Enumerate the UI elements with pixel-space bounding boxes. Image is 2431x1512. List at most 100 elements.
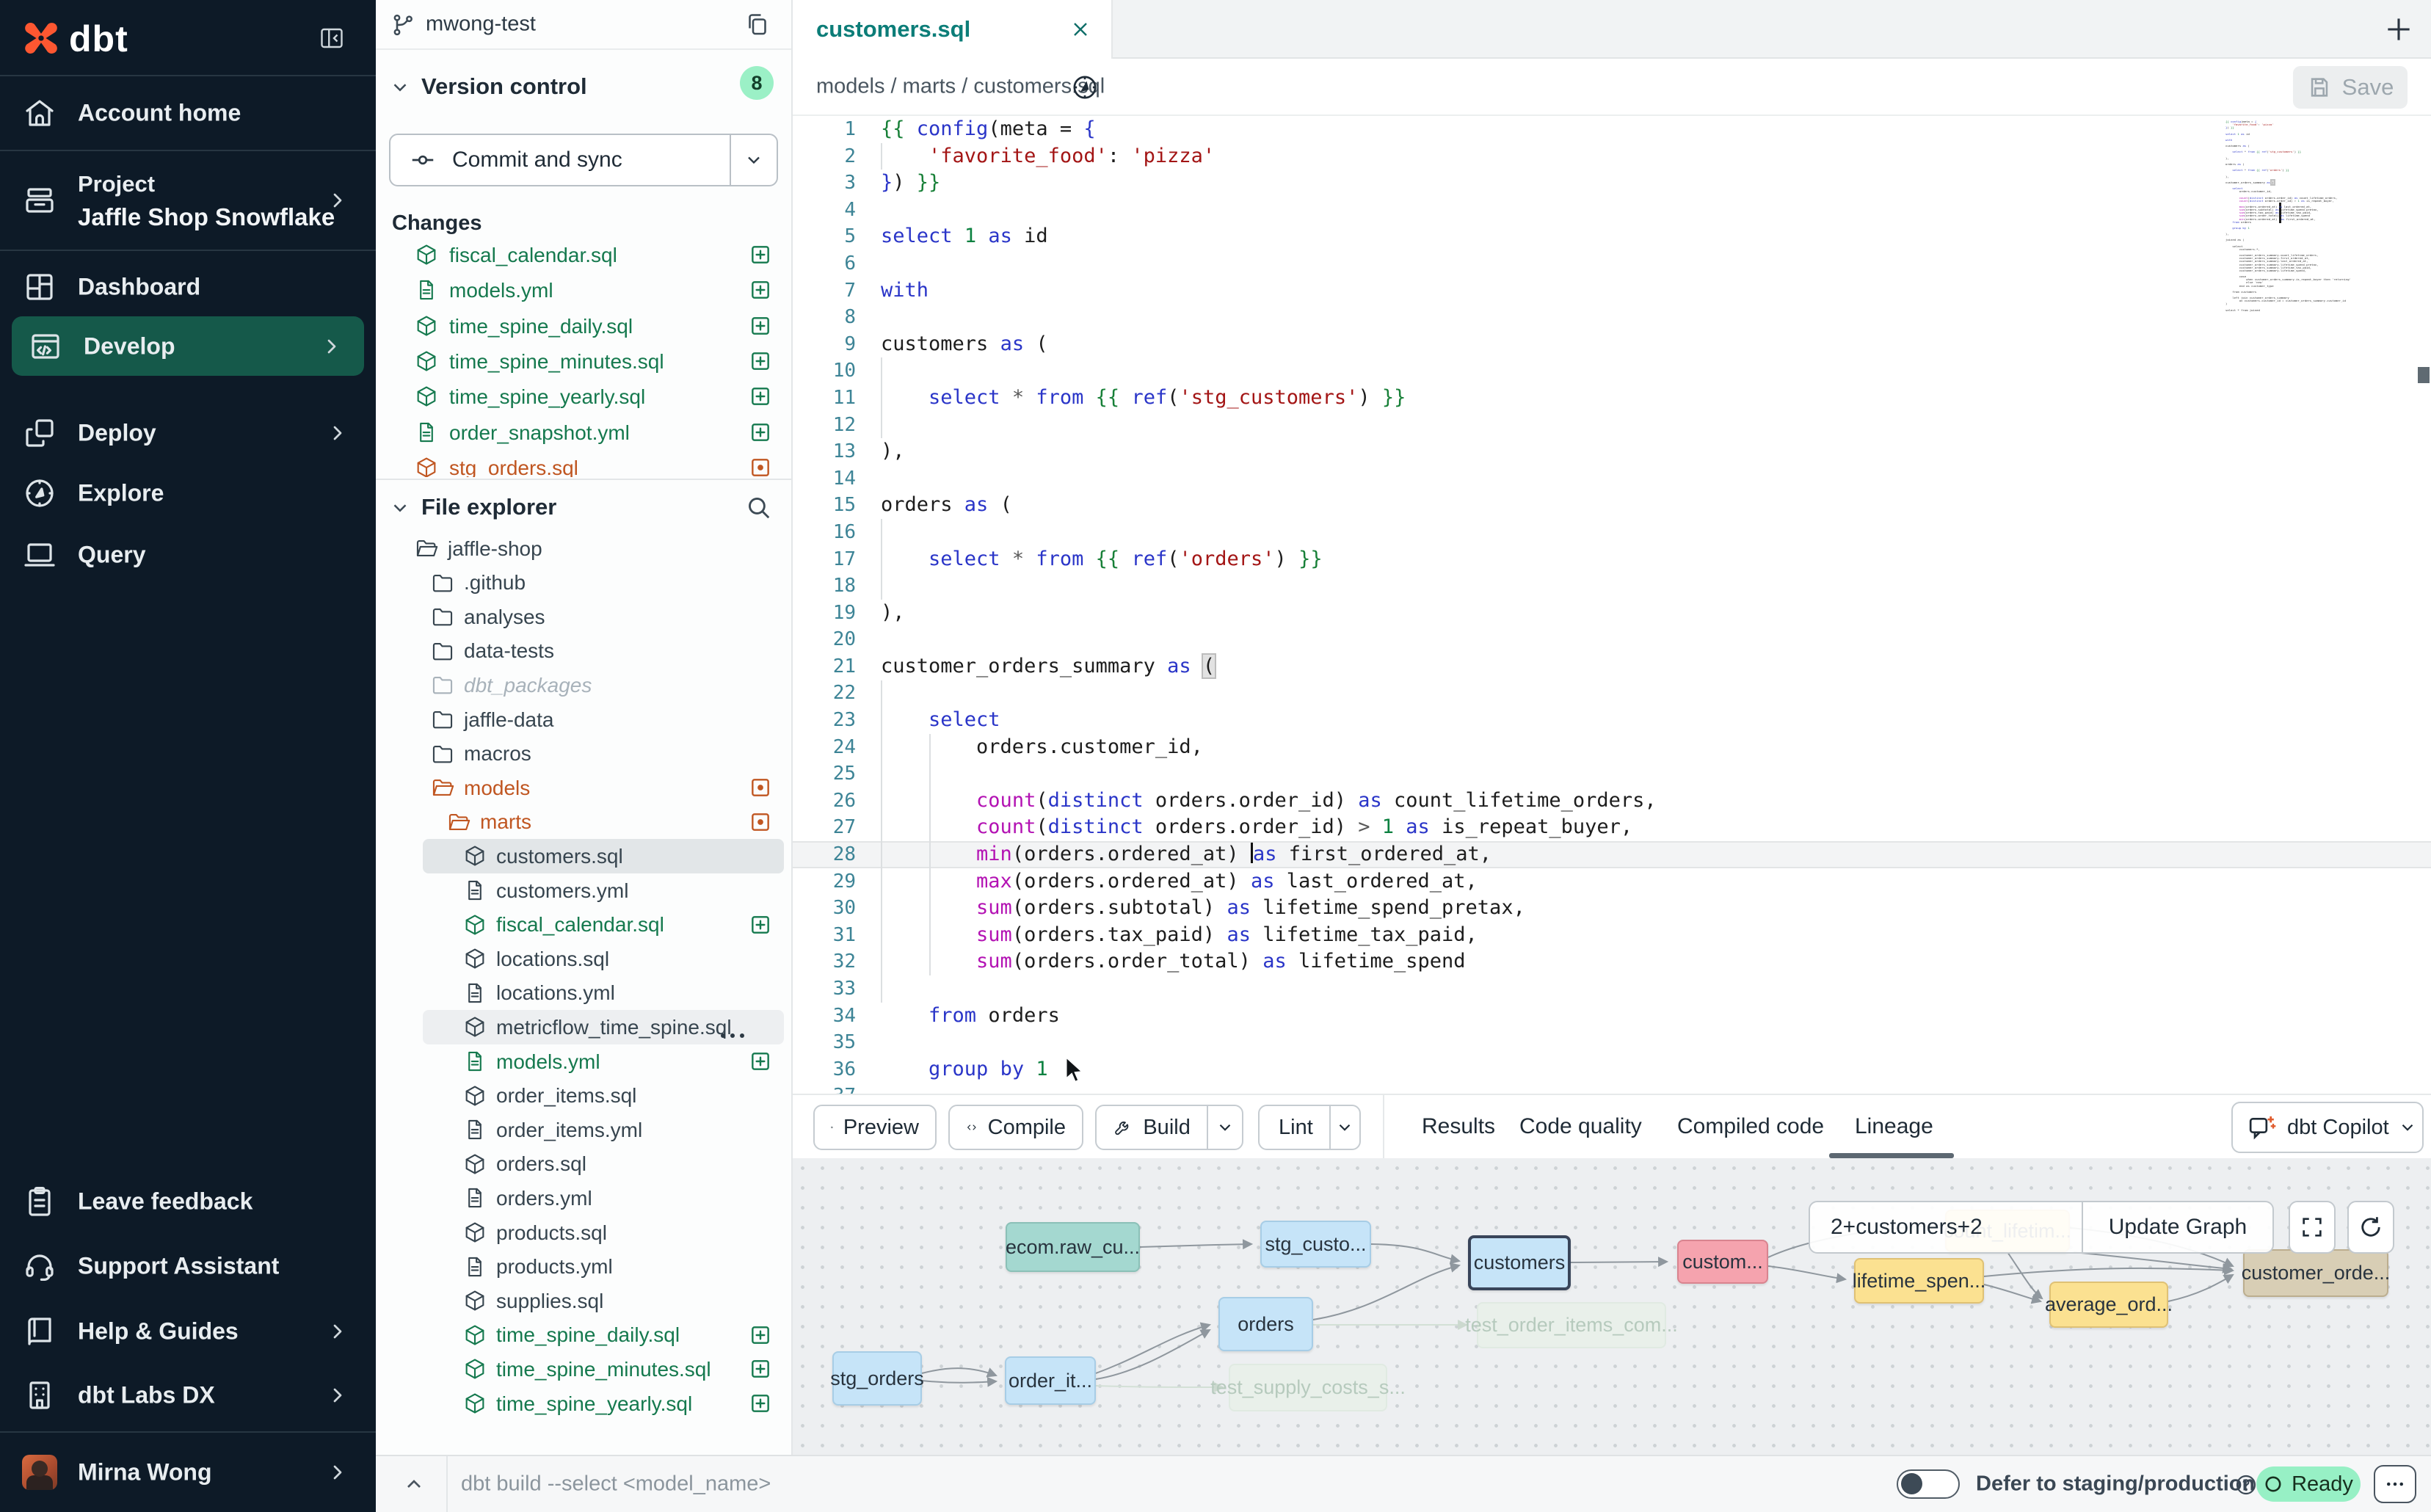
- code-line-33[interactable]: 33: [793, 975, 2431, 1003]
- sidebar-item-query[interactable]: Query: [0, 524, 376, 586]
- help-icon[interactable]: [2234, 1473, 2258, 1497]
- code-line-18[interactable]: 18: [793, 573, 2431, 600]
- change-row[interactable]: fiscal_calendar.sql: [376, 239, 791, 272]
- code-line-15[interactable]: 15orders as (: [793, 492, 2431, 519]
- sidebar-item-help-guides[interactable]: Help & Guides: [0, 1301, 376, 1362]
- file-tree-item-order-items-yml[interactable]: order_items.yml: [376, 1113, 791, 1147]
- stage-badge-icon[interactable]: [749, 349, 772, 373]
- branch-name[interactable]: mwong-test: [426, 12, 536, 37]
- code-line-30[interactable]: 30 sum(orders.subtotal) as lifetime_spen…: [793, 895, 2431, 922]
- file-tree-item-models-yml[interactable]: models.yml: [376, 1044, 791, 1079]
- sidebar-item-account-home[interactable]: Account home: [0, 82, 376, 144]
- code-line-12[interactable]: 12: [793, 412, 2431, 439]
- new-tab-button[interactable]: [2383, 13, 2415, 46]
- sidebar-collapse-icon[interactable]: [317, 25, 346, 51]
- compile-button[interactable]: Compile: [948, 1105, 1083, 1150]
- untracked-badge-icon[interactable]: [749, 776, 772, 799]
- code-line-36[interactable]: 36 group by 1: [793, 1056, 2431, 1083]
- lineage-node-lifetime-spen-[interactable]: lifetime_spen...: [1854, 1258, 1984, 1304]
- stage-badge-icon[interactable]: [749, 421, 772, 444]
- tab-lineage[interactable]: Lineage: [1855, 1095, 1933, 1158]
- file-tree-item--github[interactable]: .github: [376, 566, 791, 600]
- code-line-22[interactable]: 22: [793, 680, 2431, 707]
- change-row[interactable]: models.yml: [376, 274, 791, 308]
- code-editor[interactable]: 1{{ config(meta = {2 'favorite_food': 'p…: [793, 116, 2431, 1094]
- code-line-11[interactable]: 11 select * from {{ ref('stg_customers')…: [793, 385, 2431, 412]
- lineage-node-average-ord-[interactable]: average_ord...: [2049, 1282, 2168, 1328]
- file-tree-item-time-spine-yearly-sql[interactable]: time_spine_yearly.sql: [376, 1386, 791, 1421]
- editor-scrollbar-thumb[interactable]: [2418, 367, 2430, 383]
- code-line-8[interactable]: 8: [793, 304, 2431, 331]
- close-icon[interactable]: [1069, 18, 1092, 41]
- sidebar-item-deploy[interactable]: Deploy: [0, 402, 376, 464]
- file-tree-item-marts[interactable]: marts: [376, 805, 791, 840]
- change-row[interactable]: time_spine_yearly.sql: [376, 380, 791, 414]
- sidebar-item-project[interactable]: ProjectJaffle Shop Snowflake: [0, 150, 376, 250]
- stage-badge-icon[interactable]: [749, 1392, 772, 1415]
- lint-button[interactable]: Lint: [1258, 1105, 1361, 1150]
- sidebar-item-dbt-labs-dx[interactable]: dbt Labs DX: [0, 1364, 376, 1426]
- file-tree-item-customers-yml[interactable]: customers.yml: [376, 873, 791, 908]
- file-tree-item-orders-yml[interactable]: orders.yml: [376, 1181, 791, 1215]
- code-line-10[interactable]: 10: [793, 357, 2431, 385]
- file-tree-item-dbt-packages[interactable]: dbt_packages: [376, 668, 791, 702]
- untracked-badge-icon[interactable]: [749, 810, 772, 834]
- code-line-29[interactable]: 29 max(orders.ordered_at) as last_ordere…: [793, 868, 2431, 895]
- sidebar-item-leave-feedback[interactable]: Leave feedback: [0, 1171, 376, 1232]
- code-line-2[interactable]: 2 'favorite_food': 'pizza': [793, 143, 2431, 170]
- code-line-16[interactable]: 16: [793, 519, 2431, 546]
- file-tree-item-locations-sql[interactable]: locations.sql: [376, 942, 791, 976]
- tab-compiled-code[interactable]: Compiled code: [1677, 1095, 1824, 1158]
- lineage-node-order-it-[interactable]: order_it...: [1005, 1356, 1096, 1405]
- stage-badge-icon[interactable]: [749, 385, 772, 408]
- change-row[interactable]: order_snapshot.yml: [376, 416, 791, 450]
- build-options-button[interactable]: [1207, 1106, 1242, 1149]
- breadcrumb[interactable]: models / marts / customers.sql: [816, 75, 1105, 99]
- row-menu-icon[interactable]: [718, 1022, 747, 1033]
- tab-customers-sql[interactable]: customers.sql: [793, 0, 1113, 59]
- refresh-button[interactable]: [2347, 1201, 2394, 1254]
- lint-options-button[interactable]: [1329, 1106, 1359, 1149]
- file-tree-item-jaffle-data[interactable]: jaffle-data: [376, 702, 791, 737]
- file-tree-item-fiscal-calendar-sql[interactable]: fiscal_calendar.sql: [376, 908, 791, 942]
- code-line-23[interactable]: 23 select: [793, 707, 2431, 734]
- version-control-header[interactable]: Version control 8: [376, 70, 791, 112]
- file-tree-item-macros[interactable]: macros: [376, 737, 791, 771]
- file-tree-item-jaffle-shop[interactable]: jaffle-shop: [376, 531, 791, 566]
- lineage-node-stg-orders[interactable]: stg_orders: [832, 1351, 922, 1406]
- code-line-7[interactable]: 7with: [793, 277, 2431, 305]
- file-tree-item-metricflow-time-spine-sql[interactable]: metricflow_time_spine.sql: [376, 1010, 791, 1044]
- user-menu[interactable]: Mirna Wong: [0, 1442, 376, 1503]
- sidebar-item-support-assistant[interactable]: Support Assistant: [0, 1235, 376, 1297]
- stage-badge-icon[interactable]: [749, 1050, 772, 1073]
- code-line-3[interactable]: 3}) }}: [793, 170, 2431, 197]
- chevron-up-icon[interactable]: [402, 1472, 426, 1496]
- lineage-node-stg-custo-[interactable]: stg_custo...: [1260, 1221, 1371, 1268]
- code-line-32[interactable]: 32 sum(orders.order_total) as lifetime_s…: [793, 948, 2431, 975]
- lineage-node-customer-orde-[interactable]: customer_orde...: [2243, 1249, 2388, 1297]
- defer-toggle[interactable]: [1897, 1469, 1960, 1499]
- code-line-17[interactable]: 17 select * from {{ ref('orders') }}: [793, 546, 2431, 573]
- change-row[interactable]: time_spine_daily.sql: [376, 310, 791, 344]
- code-line-35[interactable]: 35: [793, 1029, 2431, 1056]
- copy-icon[interactable]: [744, 12, 771, 38]
- change-row[interactable]: time_spine_minutes.sql: [376, 345, 791, 379]
- code-line-31[interactable]: 31 sum(orders.tax_paid) as lifetime_tax_…: [793, 922, 2431, 949]
- code-line-34[interactable]: 34 from orders: [793, 1003, 2431, 1030]
- preview-button[interactable]: Preview: [813, 1105, 937, 1150]
- compass-icon[interactable]: [1070, 73, 1100, 102]
- code-line-26[interactable]: 26 count(distinct orders.order_id) as co…: [793, 788, 2431, 815]
- change-row[interactable]: stg_orders.sql: [376, 451, 791, 477]
- search-icon[interactable]: [744, 493, 772, 521]
- code-line-4[interactable]: 4: [793, 197, 2431, 224]
- code-line-25[interactable]: 25: [793, 760, 2431, 788]
- lineage-node-ecom-raw-cu-[interactable]: ecom.raw_cu...: [1006, 1222, 1140, 1272]
- code-line-13[interactable]: 13),: [793, 438, 2431, 465]
- commit-and-sync-button[interactable]: Commit and sync: [389, 134, 778, 186]
- sidebar-item-explore[interactable]: Explore: [0, 462, 376, 524]
- code-line-9[interactable]: 9customers as (: [793, 331, 2431, 358]
- code-line-19[interactable]: 19),: [793, 600, 2431, 627]
- code-line-37[interactable]: 37: [793, 1083, 2431, 1094]
- file-tree-item-customers-sql[interactable]: customers.sql: [376, 839, 791, 873]
- dbt-copilot-button[interactable]: dbt Copilot: [2231, 1102, 2424, 1153]
